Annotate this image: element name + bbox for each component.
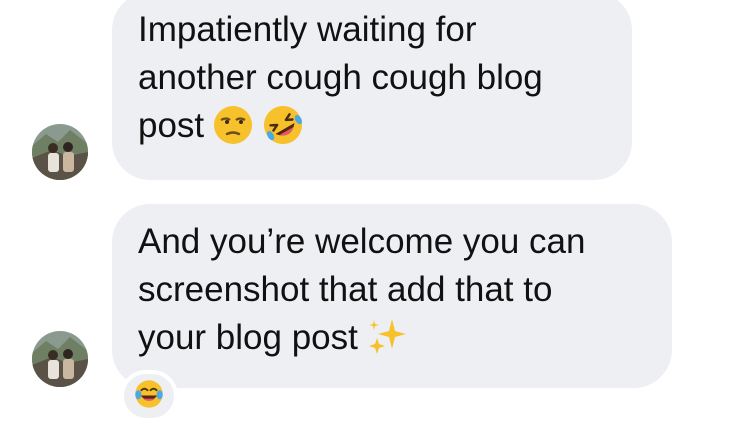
sender-avatar[interactable] <box>32 331 88 387</box>
face-with-tears-of-joy-icon <box>133 378 165 415</box>
message-bubble-1[interactable]: Impatiently waiting for another cough co… <box>112 0 632 180</box>
unamused-face-emoji-icon <box>212 104 254 159</box>
sparkles-emoji-icon <box>366 316 408 371</box>
message-1-line-2: another cough cough blog <box>138 58 543 97</box>
message-2-line-2: screenshot that add that to <box>138 270 553 309</box>
message-1-line-3-text: post <box>138 106 205 145</box>
rolling-on-floor-laughing-emoji-icon <box>262 104 304 159</box>
message-2-line-1: And you’re welcome you can <box>138 222 586 261</box>
message-1-line-1: Impatiently waiting for <box>138 10 477 49</box>
message-2-line-3: your blog post <box>138 314 646 371</box>
sender-avatar[interactable] <box>32 124 88 180</box>
message-bubble-2[interactable]: And you’re welcome you can screenshot th… <box>112 204 672 388</box>
message-2-reaction-badge[interactable] <box>120 370 178 422</box>
message-2-line-3-text: your blog post <box>138 318 358 357</box>
message-1-line-3: post <box>138 102 606 159</box>
